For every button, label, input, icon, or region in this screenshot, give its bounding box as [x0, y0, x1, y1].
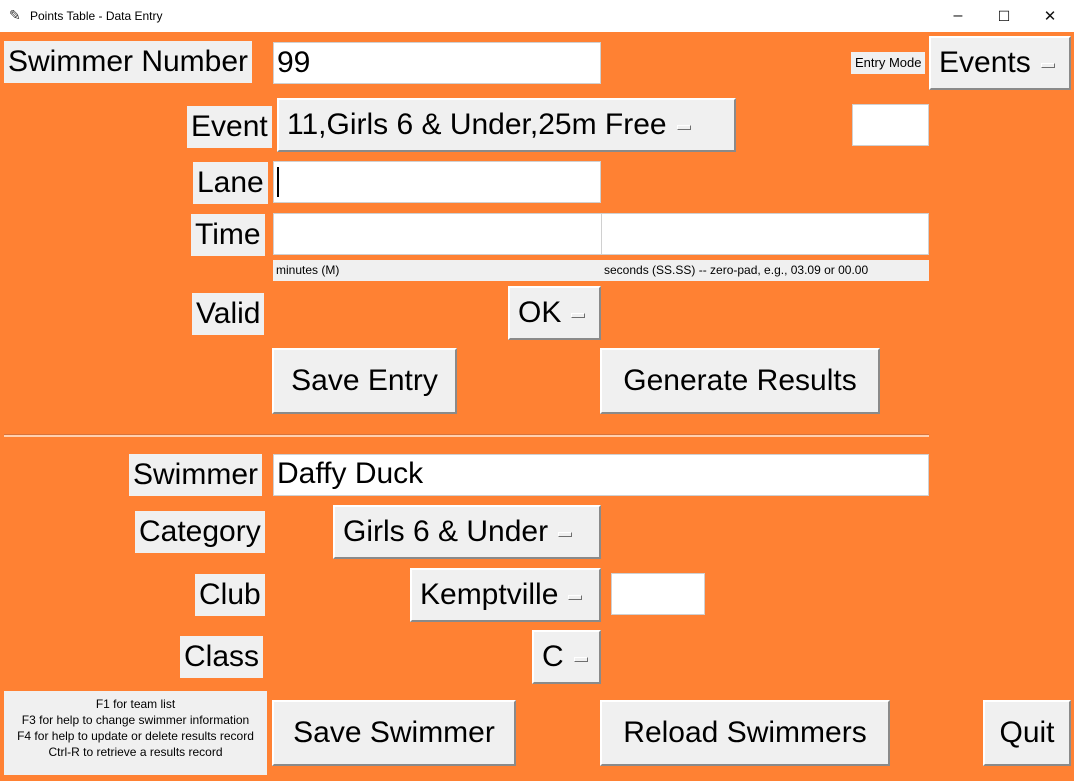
class-select-value: C — [542, 640, 564, 673]
help-line: F4 for help to update or delete results … — [17, 729, 254, 743]
event-label: Event — [187, 106, 272, 148]
menu-indicator-icon — [558, 531, 573, 537]
minutes-hint: minutes (M) — [273, 260, 601, 281]
menu-indicator-icon — [1040, 62, 1055, 68]
events-menu-button[interactable]: Events — [929, 36, 1071, 90]
close-icon: ✕ — [1043, 8, 1057, 25]
valid-label: Valid — [192, 293, 265, 335]
class-label: Class — [180, 636, 264, 678]
club-select-value: Kemptville — [420, 578, 559, 611]
save-swimmer-button[interactable]: Save Swimmer — [272, 700, 516, 766]
menu-indicator-icon — [568, 594, 583, 600]
close-button[interactable]: ✕ — [1027, 0, 1073, 32]
swimmer-label: Swimmer — [129, 454, 262, 496]
feather-icon: ✎ — [9, 7, 21, 23]
lane-label: Lane — [193, 162, 268, 204]
maximize-icon: ☐ — [997, 7, 1011, 24]
category-label: Category — [135, 511, 265, 553]
swimmer-number-input[interactable]: 99 — [273, 42, 601, 84]
menu-indicator-icon — [676, 124, 691, 130]
club-extra-input[interactable] — [611, 573, 705, 615]
section-divider — [4, 434, 929, 437]
help-line: Ctrl-R to retrieve a results record — [48, 745, 223, 759]
seconds-input[interactable] — [601, 213, 929, 255]
class-select[interactable]: C — [532, 630, 601, 684]
help-text-box: F1 for team list F3 for help to change s… — [4, 691, 267, 775]
club-select[interactable]: Kemptville — [410, 568, 601, 622]
entry-mode-label: Entry Mode — [851, 52, 926, 74]
category-select[interactable]: Girls 6 & Under — [333, 505, 601, 559]
event-select[interactable]: 11,Girls 6 & Under,25m Free — [277, 98, 736, 152]
window-title: Points Table - Data Entry — [30, 9, 163, 23]
category-select-value: Girls 6 & Under — [343, 515, 549, 548]
minutes-input[interactable] — [273, 213, 602, 255]
save-entry-button[interactable]: Save Entry — [272, 348, 457, 414]
lane-input[interactable] — [273, 161, 601, 203]
reload-swimmers-button[interactable]: Reload Swimmers — [600, 700, 890, 766]
seconds-hint: seconds (SS.SS) -- zero-pad, e.g., 03.09… — [601, 260, 929, 281]
help-line: F3 for help to change swimmer informatio… — [21, 713, 250, 727]
title-bar: ✎ Points Table - Data Entry – ☐ ✕ — [0, 0, 1074, 33]
text-cursor — [277, 167, 279, 198]
events-menu-label: Events — [939, 46, 1031, 79]
menu-indicator-icon — [571, 312, 586, 318]
generate-results-button[interactable]: Generate Results — [600, 348, 880, 414]
menu-indicator-icon — [573, 656, 588, 662]
event-extra-input[interactable] — [852, 104, 929, 146]
main-form: Swimmer Number 99 Entry Mode Events Even… — [0, 32, 1074, 781]
valid-select-value: OK — [518, 296, 562, 329]
minimize-button[interactable]: – — [935, 0, 981, 32]
minimize-icon: – — [953, 7, 963, 24]
swimmer-number-label: Swimmer Number — [4, 41, 253, 83]
event-select-value: 11,Girls 6 & Under,25m Free — [287, 108, 667, 141]
quit-button[interactable]: Quit — [983, 700, 1071, 766]
valid-select[interactable]: OK — [508, 286, 601, 340]
time-label: Time — [191, 214, 265, 256]
swimmer-name-input[interactable]: Daffy Duck — [273, 454, 929, 496]
club-label: Club — [195, 574, 265, 616]
maximize-button[interactable]: ☐ — [981, 0, 1027, 32]
help-line: F1 for team list — [95, 697, 176, 711]
